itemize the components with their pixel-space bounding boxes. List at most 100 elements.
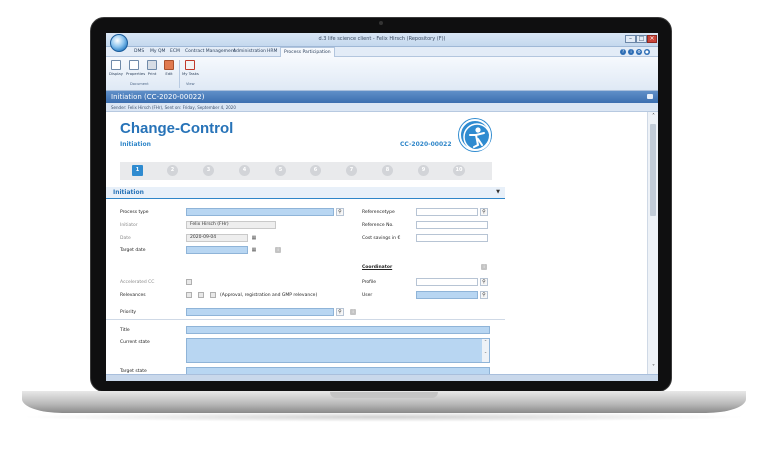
form-content: Change-Control Initiation CC-2020-00022 … [106, 112, 647, 374]
screen: d.3 life science client - Felix Hirsch (… [106, 33, 658, 381]
initiator-label: Initiator [120, 223, 138, 228]
menu-item-contract-management[interactable]: Contract Management [185, 49, 235, 54]
menu-item-administration[interactable]: Administration [233, 49, 266, 54]
process-type-label: Process type [120, 210, 149, 215]
form-title: Change-Control [120, 120, 234, 137]
menu-item-my-qm[interactable]: My QM [150, 49, 165, 54]
ribbon-group-view: View [186, 82, 195, 86]
step-5[interactable]: 5 [275, 165, 286, 176]
cost-savings-label: Cost savings in € [362, 236, 401, 241]
step-1[interactable]: 1 [132, 165, 143, 176]
user-icon[interactable]: ● [644, 49, 650, 55]
document-icon [129, 60, 139, 70]
coordinator-info-icon[interactable]: i [481, 264, 487, 270]
ribbon: Display Properties Print Edit My Tasks D… [106, 57, 658, 91]
user-field[interactable] [416, 291, 478, 299]
target-state-textarea[interactable] [186, 367, 490, 374]
app-logo-icon[interactable] [110, 34, 128, 52]
step-4[interactable]: 4 [239, 165, 250, 176]
user-search-icon[interactable]: ⚲ [480, 291, 488, 299]
close-button[interactable]: × [647, 35, 657, 43]
scroll-down-arrow-icon[interactable]: ˅ [648, 364, 658, 371]
target-date-calendar-icon[interactable]: ▦ [250, 246, 258, 254]
my-tasks-button[interactable]: My Tasks [182, 60, 199, 76]
display-button[interactable]: Display [108, 60, 124, 76]
window-titlebar: d.3 life science client - Felix Hirsch (… [106, 33, 658, 47]
document-header-bar: Initiation (CC-2020-00022) [106, 91, 658, 103]
minimize-button[interactable]: – [625, 35, 636, 43]
process-person-icon [459, 119, 491, 151]
menu-item-process-participation[interactable]: Process Participation [280, 47, 335, 57]
target-date-field[interactable] [186, 246, 248, 254]
printer-icon [147, 60, 157, 70]
magnifier-icon [111, 60, 121, 70]
step-3[interactable]: 3 [203, 165, 214, 176]
process-type-search-icon[interactable]: ⚲ [336, 208, 344, 216]
current-state-scrollbar[interactable]: ⌃ ⌄ [482, 339, 489, 362]
edit-icon [164, 60, 174, 70]
reference-type-search-icon[interactable]: ⚲ [480, 208, 488, 216]
menu-item-hrm[interactable]: HRM [267, 49, 277, 54]
menu-item-ecm[interactable]: ECM [170, 49, 180, 54]
scroll-up-arrow-icon[interactable]: ˄ [648, 113, 658, 120]
edit-label: Edit [165, 71, 173, 76]
accelerated-cc-label: Accelerated CC [120, 280, 155, 285]
ribbon-separator [179, 60, 180, 88]
section-initiation[interactable]: Initiation ▼ [106, 187, 505, 199]
relevance-checkbox-2[interactable] [198, 292, 204, 298]
title-field[interactable] [186, 326, 490, 334]
print-label: Print [147, 71, 157, 76]
date-label: Date [120, 236, 131, 241]
document-title: Initiation (CC-2020-00022) [111, 93, 205, 101]
scrollbar-thumb[interactable] [650, 124, 656, 216]
process-type-field[interactable] [186, 208, 334, 216]
step-2[interactable]: 2 [167, 165, 178, 176]
collapse-icon[interactable]: ▼ [496, 189, 500, 195]
date-calendar-icon: ▦ [251, 235, 257, 241]
laptop-shadow [18, 412, 750, 422]
reference-no-label: Reference No. [362, 223, 394, 228]
form-id: CC-2020-00022 [400, 141, 452, 148]
settings-icon[interactable]: ⚙ [636, 49, 642, 55]
current-state-label: Current state [120, 340, 150, 345]
priority-search-icon[interactable]: ⚲ [336, 308, 344, 316]
maximize-button[interactable]: □ [636, 35, 647, 43]
accelerated-cc-checkbox[interactable] [186, 279, 192, 285]
priority-info-icon[interactable]: i [350, 309, 356, 315]
profile-label: Profile [362, 280, 376, 285]
properties-button[interactable]: Properties [126, 60, 146, 76]
print-button[interactable]: Print [144, 60, 160, 76]
current-state-textarea[interactable]: ⌃ ⌄ [186, 338, 490, 363]
menu-item-dms[interactable]: DMS [134, 49, 144, 54]
reference-type-label: Referencetype [362, 210, 395, 215]
laptop-camera [379, 21, 383, 25]
help-icon[interactable]: ? [620, 49, 626, 55]
profile-field[interactable] [416, 278, 478, 286]
display-label: Display [109, 71, 123, 76]
relevance-checkbox-1[interactable] [186, 292, 192, 298]
minimize-panel-icon[interactable] [647, 94, 653, 99]
edit-button[interactable]: Edit [161, 60, 177, 76]
vertical-scrollbar[interactable]: ˄ ˅ [647, 112, 658, 374]
info-icon[interactable]: i [628, 49, 634, 55]
relevances-label: Relevances [120, 293, 146, 298]
profile-search-icon[interactable]: ⚲ [480, 278, 488, 286]
user-label: User [362, 293, 373, 298]
target-date-info-icon[interactable]: i [275, 247, 281, 253]
reference-no-field[interactable] [416, 221, 488, 229]
step-8[interactable]: 8 [382, 165, 393, 176]
step-7[interactable]: 7 [346, 165, 357, 176]
properties-label: Properties [126, 71, 146, 76]
step-indicator: 1 2 3 4 5 6 7 8 9 10 [120, 162, 492, 180]
step-10[interactable]: 10 [453, 165, 465, 176]
cost-savings-field[interactable] [416, 234, 488, 242]
initiator-field: Felix Hirsch (FHr) [186, 221, 276, 229]
relevance-checkbox-3[interactable] [210, 292, 216, 298]
step-6[interactable]: 6 [310, 165, 321, 176]
step-9[interactable]: 9 [418, 165, 429, 176]
section-title: Initiation [113, 189, 144, 196]
priority-field[interactable] [186, 308, 334, 316]
reference-type-field[interactable] [416, 208, 478, 216]
form-subtitle: Initiation [120, 141, 151, 148]
window-title: d.3 life science client - Felix Hirsch (… [318, 36, 446, 42]
